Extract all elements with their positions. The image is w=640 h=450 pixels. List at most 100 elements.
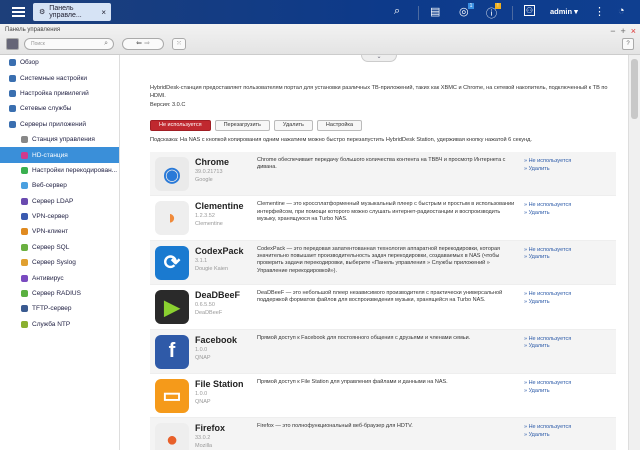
sidebar-item[interactable]: VPN-клиент [0, 224, 119, 239]
app-name: Facebook [195, 334, 238, 345]
sidebar-item-icon [21, 228, 28, 236]
app-row: ● Firefox 33.0.2 Mozilla Firefox — это п… [150, 418, 616, 450]
back-icon[interactable]: ⇐ [136, 40, 142, 47]
app-status-link[interactable]: » Не используется [524, 424, 571, 432]
codexpack-icon: ⟳ [155, 245, 189, 280]
tab-control-panel[interactable]: ⚙ Панель управле... × [33, 3, 111, 21]
toggle-sidebar-button[interactable] [6, 38, 19, 50]
app-status-link[interactable]: » Не используется [524, 158, 571, 166]
tasks-icon[interactable]: ▤ [430, 5, 440, 18]
sidebar-item[interactable]: Сетевые службы [0, 101, 119, 116]
sidebar-item[interactable]: Служба NTP [0, 317, 119, 332]
intro-text: HybridDesk-станция предоставляет пользов… [150, 85, 608, 99]
sidebar-item[interactable]: Веб-сервер [0, 178, 119, 193]
app-remove-link[interactable]: » Удалить [524, 299, 571, 307]
scrollbar-thumb[interactable] [631, 59, 638, 119]
sidebar-item-label: HD-станция [32, 151, 68, 159]
help-button[interactable]: ? [622, 38, 634, 50]
back-forward-buttons[interactable]: ⇐ ⇒ [122, 38, 164, 50]
sidebar-item[interactable]: Серверы приложений [0, 117, 119, 132]
app-remove-link[interactable]: » Удалить [524, 343, 571, 351]
sidebar-item[interactable]: HD-станция [0, 147, 119, 163]
app-status-link[interactable]: » Не используется [524, 202, 571, 210]
search-input[interactable]: Поиск ⌕ [24, 38, 114, 50]
window-header: Панель управления − + × Поиск ⌕ ⇐ ⇒ ⁙ ? [0, 24, 640, 55]
app-author: Google [195, 177, 213, 183]
sidebar-item[interactable]: VPN-сервер [0, 209, 119, 224]
sidebar-item[interactable]: Настройки перекодирован... [0, 163, 119, 178]
sidebar-item[interactable]: Антивирус [0, 270, 119, 285]
sidebar-item-icon [21, 151, 28, 159]
collapse-icon[interactable]: ⌄ [361, 55, 397, 62]
sidebar-item-label: Сервер RADIUS [32, 290, 81, 298]
app-remove-link[interactable]: » Удалить [524, 166, 571, 174]
search-icon[interactable]: ⌕ [394, 5, 400, 18]
sidebar-item-label: Сервер SQL [32, 243, 70, 251]
app-status-link[interactable]: » Не используется [524, 380, 571, 388]
sidebar-item[interactable]: Станция управления [0, 132, 119, 147]
app-remove-link[interactable]: » Удалить [524, 432, 571, 440]
minimize-icon[interactable]: − [610, 26, 615, 36]
app-version: 33.0.2 [195, 435, 211, 442]
more-icon[interactable]: ⋮ [594, 5, 605, 18]
sidebar-item-label: Станция управления [32, 136, 95, 144]
sidebar-item-icon [9, 89, 16, 97]
window-title: Панель управления [5, 27, 61, 33]
app-version: 1.0.0 [195, 346, 208, 353]
sidebar-item-label: Серверы приложений [20, 120, 86, 128]
sidebar-item[interactable]: Обзор [0, 55, 119, 70]
sidebar-item-icon [21, 305, 28, 313]
menu-icon[interactable] [12, 5, 25, 18]
divider [512, 6, 513, 20]
version-text: Версия: 3.0.C [150, 102, 186, 108]
app-name: CodexPack [195, 245, 244, 256]
app-author: DeaDBeeF [195, 310, 223, 317]
sidebar-item-label: Веб-сервер [32, 182, 67, 190]
sidebar-item[interactable]: Сервер RADIUS [0, 286, 119, 301]
user-icon[interactable]: ⚇ [524, 5, 535, 16]
close-icon[interactable]: × [631, 26, 636, 36]
dashboard-icon[interactable]: ◔ [618, 5, 625, 17]
sidebar-item[interactable]: Сервер Syslog [0, 255, 119, 270]
app-status-link[interactable]: » Не используется [524, 247, 571, 255]
sidebar-item[interactable]: Сервер SQL [0, 240, 119, 255]
app-row: ▶ DeaDBeeF 0.6.5.50 DeaDBeeF DeaDBeeF — … [150, 285, 616, 330]
app-remove-link[interactable]: » Удалить [524, 210, 571, 218]
sidebar-item-icon [21, 290, 28, 298]
remove-button[interactable]: Удалить [273, 120, 313, 131]
restart-button[interactable]: Перезагрузить [214, 120, 270, 131]
apps-grid-icon[interactable]: ⁙ [172, 38, 186, 50]
app-description: CodexPack — это передовая запатентованна… [257, 245, 501, 274]
app-version: 3.1.1 [195, 257, 208, 264]
app-status-link[interactable]: » Не используется [524, 336, 571, 344]
firefox-icon: ● [155, 423, 189, 450]
app-remove-link[interactable]: » Удалить [524, 254, 571, 262]
app-description: Прямой доступ к Facebook для постоянного… [257, 334, 471, 341]
app-remove-link[interactable]: » Удалить [524, 388, 571, 396]
app-name: File Station [195, 378, 244, 389]
hint-text: Подсказка: На NAS с кнопкой копирования … [150, 137, 532, 143]
clementine-icon: ◗ [155, 201, 189, 236]
app-status-link[interactable]: » Не используется [524, 291, 571, 299]
status-button[interactable]: Не используется [150, 120, 211, 131]
sidebar-item[interactable]: TFTP-сервер [0, 301, 119, 316]
folder-icon: ▭ [155, 378, 189, 413]
app-author: Dougie Kaien [195, 265, 229, 272]
app-name: Firefox [195, 423, 226, 434]
sidebar-item[interactable]: Сервер LDAP [0, 194, 119, 209]
scrollbar[interactable] [628, 55, 640, 450]
settings-button[interactable]: Настройка [316, 120, 362, 131]
forward-icon[interactable]: ⇒ [144, 40, 150, 47]
sidebar-item[interactable]: Настройка привилегий [0, 86, 119, 101]
app-row: ◗ Clementine 1.2.3.52 Clementine Clement… [150, 196, 616, 241]
user-menu[interactable]: admin ▾ [550, 7, 578, 16]
sidebar: Обзор Системные настройки Настройка привил… [0, 55, 120, 450]
info-badge: ! [495, 3, 501, 9]
app-description: Firefox — это полнофункциональный веб-бр… [257, 423, 413, 430]
sidebar-item-icon [9, 105, 16, 113]
maximize-icon[interactable]: + [620, 26, 625, 36]
sidebar-item-icon [21, 243, 28, 251]
sidebar-item[interactable]: Системные настройки [0, 70, 119, 85]
close-tab-icon[interactable]: × [101, 8, 106, 17]
sidebar-item-label: VPN-сервер [32, 213, 69, 221]
